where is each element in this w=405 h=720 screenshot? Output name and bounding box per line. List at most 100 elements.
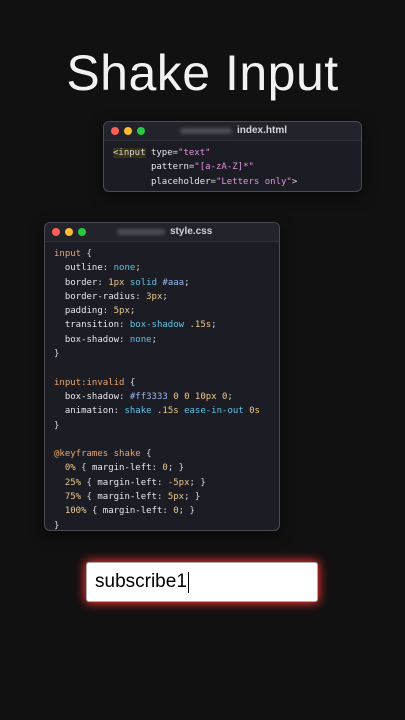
text-input[interactable]: subscribe1 [86,562,318,602]
code-token: ; [162,291,168,302]
code-line: input { [54,247,270,261]
code-line: input:invalid { [54,376,270,390]
code-line: transition: box-shadow .15s; [54,318,270,332]
code-token: } [54,520,60,531]
code-line: 75% { margin-left: 5px; } [54,490,270,504]
code-token: 25% [64,477,82,488]
code-token: : [156,477,168,488]
code-token: ; } [167,463,185,474]
html-code-block: <input type="text" pattern="[a-zA-Z]*" p… [104,141,361,191]
code-token: { [81,492,98,503]
code-token: margin-left [97,492,157,503]
css-code-block: input { outline: none; border: 1px solid… [45,242,279,531]
close-window-button[interactable] [111,127,119,135]
code-token: pattern [150,162,189,173]
code-token: { [81,477,98,488]
code-token: 100% [64,506,87,517]
code-token: <input [113,148,146,158]
close-window-button[interactable] [52,228,60,236]
code-token: placeholder [150,176,211,187]
code-token: type [150,148,173,158]
text-caret [187,571,189,593]
code-token: > [291,176,298,187]
code-token: @keyframes shake [54,449,141,460]
code-line: @keyframes shake { [54,447,270,461]
code-line: padding: 5px; [54,304,270,318]
html-code-window: index.html <input type="text" pattern="[… [103,121,362,192]
code-token: } [54,349,60,360]
zoom-window-button[interactable] [78,228,86,236]
code-token: .15s [156,406,179,417]
code-token: 3px [146,291,163,302]
code-token: #aaa [162,277,185,288]
minimize-window-button[interactable] [124,127,132,135]
code-token: box-shadow [129,320,185,331]
code-line: border: 1px solid #aaa; [54,276,270,290]
code-token: : [119,391,130,402]
code-token: margin-left [97,477,157,488]
code-token: animation [64,406,114,417]
code-line: box-shadow: none; [54,333,270,347]
html-window-titlebar: index.html [104,122,361,141]
code-token: ; [211,320,217,331]
code-line: } [54,347,270,361]
code-token: #ff3333 [129,391,168,402]
code-line: 25% { margin-left: -5px; } [54,476,270,490]
code-line: } [54,419,270,433]
code-token: 75% [64,492,82,503]
code-token: : [151,463,163,474]
page-title: Shake Input [66,45,339,101]
code-token: 5px [113,306,130,317]
code-token: ; [135,263,141,274]
css-filename: style.css [170,226,213,237]
code-token: margin-left [102,506,163,517]
code-line: pattern="[a-zA-Z]*" [113,160,352,174]
code-token: transition [64,320,120,331]
code-token: ; } [178,506,195,517]
code-token: box-shadow [64,334,120,345]
code-token: margin-left [91,463,152,474]
css-code-window: style.css input { outline: none; border:… [44,222,280,531]
code-token: border-radius [64,291,136,302]
code-token: outline [64,263,103,274]
code-line: border-radius: 3px; [54,290,270,304]
code-line: outline: none; [54,261,270,275]
code-token: : [119,320,130,331]
code-token: : [156,492,168,503]
code-token: input:invalid [54,377,125,388]
code-token: -5px [167,477,190,488]
code-token: ease-in-out [184,406,244,417]
code-line: 100% { margin-left: 0; } [54,504,270,518]
code-line: box-shadow: #ff3333 0 0 10px 0; [54,390,270,404]
code-token: box-shadow [64,391,120,402]
zoom-window-button[interactable] [137,127,145,135]
code-token: { [124,377,136,388]
code-token: .15s [189,320,212,331]
code-token: "text" [178,148,211,158]
minimize-window-button[interactable] [65,228,73,236]
code-token: ; } [189,477,206,488]
code-token: solid [129,277,157,288]
code-line: <input type="text" [113,146,352,160]
code-token: 1px [108,277,125,288]
text-input-value: subscribe1 [95,571,187,592]
code-token: : [135,291,147,302]
code-token: : [102,263,114,274]
code-token: "Letters only" [215,176,292,187]
code-token: : [119,334,130,345]
code-token: { [81,249,92,259]
code-token: ; [227,391,233,402]
